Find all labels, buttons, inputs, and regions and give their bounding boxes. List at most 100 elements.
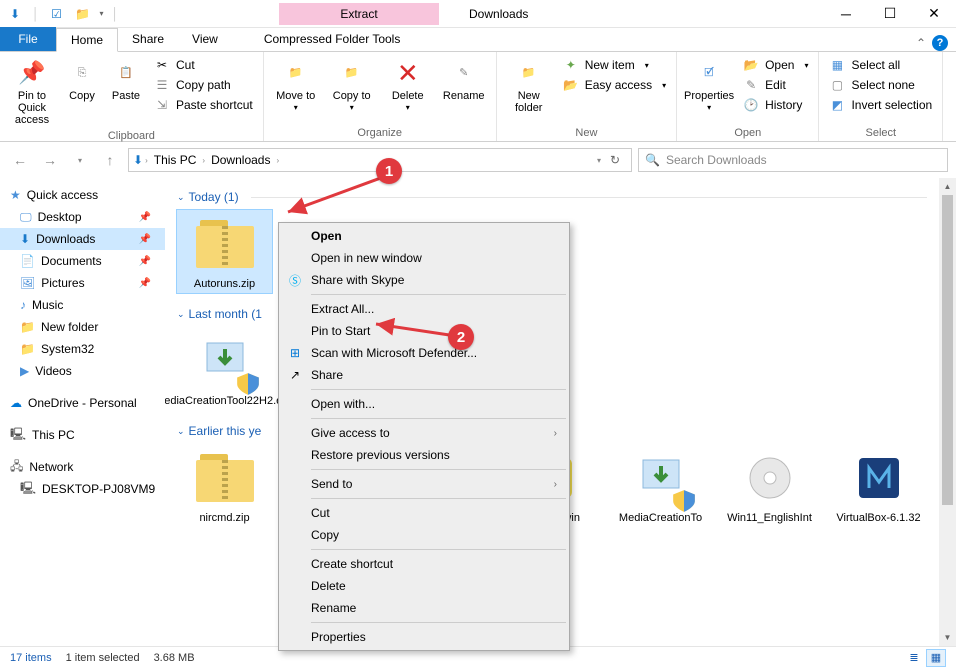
- nav-desktop[interactable]: 🖵Desktop📌: [0, 206, 165, 228]
- nav-computer[interactable]: 🖳DESKTOP-PJ08VM9: [0, 478, 165, 500]
- search-box[interactable]: 🔍 Search Downloads: [638, 148, 948, 172]
- invert-selection-button[interactable]: ◩Invert selection: [825, 96, 936, 114]
- ctx-open-new-window[interactable]: Open in new window: [281, 247, 567, 269]
- share-tab[interactable]: Share: [118, 27, 178, 51]
- cut-button[interactable]: ✂Cut: [150, 56, 257, 74]
- scroll-thumb[interactable]: [942, 195, 953, 505]
- videos-icon: ▶: [20, 364, 29, 378]
- edit-button[interactable]: ✎Edit: [739, 76, 812, 94]
- search-icon: 🔍: [645, 153, 660, 167]
- file-nircmd-zip[interactable]: nircmd.zip: [177, 444, 272, 527]
- chevron-right-icon[interactable]: ›: [145, 156, 148, 165]
- up-button[interactable]: ↑: [98, 148, 122, 172]
- move-to-button[interactable]: 📁Move to▾: [270, 56, 322, 115]
- breadcrumb-downloads[interactable]: Downloads: [207, 153, 274, 167]
- details-view-button[interactable]: ≣: [904, 649, 924, 667]
- delete-button[interactable]: ✕Delete▾: [382, 56, 434, 115]
- select-all-button[interactable]: ▦Select all: [825, 56, 936, 74]
- copy-path-button[interactable]: ☰Copy path: [150, 76, 257, 94]
- document-icon: 📄: [20, 254, 35, 268]
- nav-documents[interactable]: 📄Documents📌: [0, 250, 165, 272]
- callout-2: 2: [448, 324, 474, 350]
- open-button[interactable]: 📂Open▾: [739, 56, 812, 74]
- home-tab[interactable]: Home: [56, 28, 118, 52]
- compressed-tools-tab[interactable]: Compressed Folder Tools: [250, 27, 415, 51]
- rename-button[interactable]: ✎Rename: [438, 56, 490, 104]
- scroll-down-icon[interactable]: ▼: [939, 629, 956, 646]
- vertical-scrollbar[interactable]: ▲ ▼: [939, 178, 956, 646]
- file-virtualbox[interactable]: VirtualBox-6.1.32: [831, 444, 926, 527]
- nav-network[interactable]: 🖧Network: [0, 456, 165, 478]
- ctx-restore-versions[interactable]: Restore previous versions: [281, 444, 567, 466]
- nav-new-folder[interactable]: 📁New folder: [0, 316, 165, 338]
- new-item-icon: ✦: [563, 57, 579, 73]
- nav-quick-access[interactable]: ★Quick access: [0, 184, 165, 206]
- close-button[interactable]: ✕: [912, 0, 956, 28]
- breadcrumb-this-pc[interactable]: This PC: [150, 153, 201, 167]
- ctx-copy[interactable]: Copy: [281, 524, 567, 546]
- forward-button[interactable]: →: [38, 148, 62, 172]
- recent-locations-button[interactable]: ▾: [68, 148, 92, 172]
- select-none-button[interactable]: ▢Select none: [825, 76, 936, 94]
- folder-icon[interactable]: 📁: [74, 5, 92, 23]
- down-arrow-icon[interactable]: ⬇: [6, 5, 24, 23]
- new-item-button[interactable]: ✦New item▾: [559, 56, 670, 74]
- ctx-delete[interactable]: Delete: [281, 575, 567, 597]
- copy-to-button[interactable]: 📁Copy to▾: [326, 56, 378, 115]
- new-folder-button[interactable]: 📁New folder: [503, 56, 555, 116]
- ribbon-group-organize: 📁Move to▾ 📁Copy to▾ ✕Delete▾ ✎Rename Org…: [264, 52, 497, 141]
- maximize-button[interactable]: ☐: [868, 0, 912, 28]
- minimize-button[interactable]: ─: [824, 0, 868, 28]
- nav-downloads[interactable]: ⬇Downloads📌: [0, 228, 165, 250]
- ctx-create-shortcut[interactable]: Create shortcut: [281, 553, 567, 575]
- file-tab[interactable]: File: [0, 27, 56, 51]
- nav-onedrive[interactable]: ☁OneDrive - Personal: [0, 392, 165, 414]
- pin-quick-access-button[interactable]: 📌Pin to Quick access: [6, 56, 58, 128]
- easy-access-button[interactable]: 📂Easy access▾: [559, 76, 670, 94]
- refresh-button[interactable]: ↻: [603, 153, 627, 167]
- qat-dropdown-icon[interactable]: ▾: [100, 9, 104, 18]
- icons-view-button[interactable]: ▦: [926, 649, 946, 667]
- view-tab[interactable]: View: [178, 27, 232, 51]
- ctx-open-with[interactable]: Open with...: [281, 393, 567, 415]
- ctx-share[interactable]: ↗Share: [281, 364, 567, 386]
- scroll-up-icon[interactable]: ▲: [939, 178, 956, 195]
- ctx-cut[interactable]: Cut: [281, 502, 567, 524]
- ctx-send-to[interactable]: Send to›: [281, 473, 567, 495]
- checkbox-icon[interactable]: ☑: [48, 5, 66, 23]
- contextual-tab-extract[interactable]: Extract: [279, 3, 439, 25]
- chevron-right-icon[interactable]: ›: [276, 156, 279, 165]
- folder-icon: 📁: [20, 342, 35, 356]
- nav-this-pc[interactable]: 🖳This PC: [0, 424, 165, 446]
- zip-icon: [196, 454, 254, 502]
- paste-shortcut-button[interactable]: ⇲Paste shortcut: [150, 96, 257, 114]
- ctx-properties[interactable]: Properties: [281, 626, 567, 648]
- file-autoruns-zip[interactable]: Autoruns.zip: [177, 210, 272, 293]
- navigation-pane: ★Quick access 🖵Desktop📌 ⬇Downloads📌 📄Doc…: [0, 178, 165, 646]
- properties-button[interactable]: 🗹Properties▾: [683, 56, 735, 115]
- history-button[interactable]: 🕑History: [739, 96, 812, 114]
- copy-button[interactable]: ⎘Copy: [62, 56, 102, 104]
- help-icon[interactable]: ?: [932, 35, 948, 51]
- ctx-scan-defender[interactable]: ⊞Scan with Microsoft Defender...: [281, 342, 567, 364]
- computer-icon: 🖳: [20, 479, 36, 500]
- ctx-separator: [311, 294, 566, 295]
- virtualbox-icon: [855, 454, 903, 502]
- ctx-open[interactable]: Open: [281, 225, 567, 247]
- paste-button[interactable]: 📋Paste: [106, 56, 146, 104]
- nav-system32[interactable]: 📁System32: [0, 338, 165, 360]
- ctx-rename[interactable]: Rename: [281, 597, 567, 619]
- chevron-right-icon[interactable]: ›: [202, 156, 205, 165]
- ctx-share-skype[interactable]: ⓈShare with Skype: [281, 269, 567, 291]
- nav-videos[interactable]: ▶Videos: [0, 360, 165, 382]
- nav-pictures[interactable]: 🖼Pictures📌: [0, 272, 165, 294]
- ctx-extract-all[interactable]: Extract All...: [281, 298, 567, 320]
- file-win11-iso[interactable]: Win11_EnglishInt: [722, 444, 817, 527]
- back-button[interactable]: ←: [8, 148, 32, 172]
- ctx-give-access[interactable]: Give access to›: [281, 422, 567, 444]
- file-media-creation-tool[interactable]: MediaCreationTool22H2.exe: [177, 327, 272, 410]
- collapse-ribbon-icon[interactable]: ⌃: [916, 36, 926, 50]
- nav-music[interactable]: ♪Music: [0, 294, 165, 316]
- address-dropdown-icon[interactable]: ▾: [597, 156, 601, 165]
- file-media-creation-2[interactable]: MediaCreationTo: [613, 444, 708, 527]
